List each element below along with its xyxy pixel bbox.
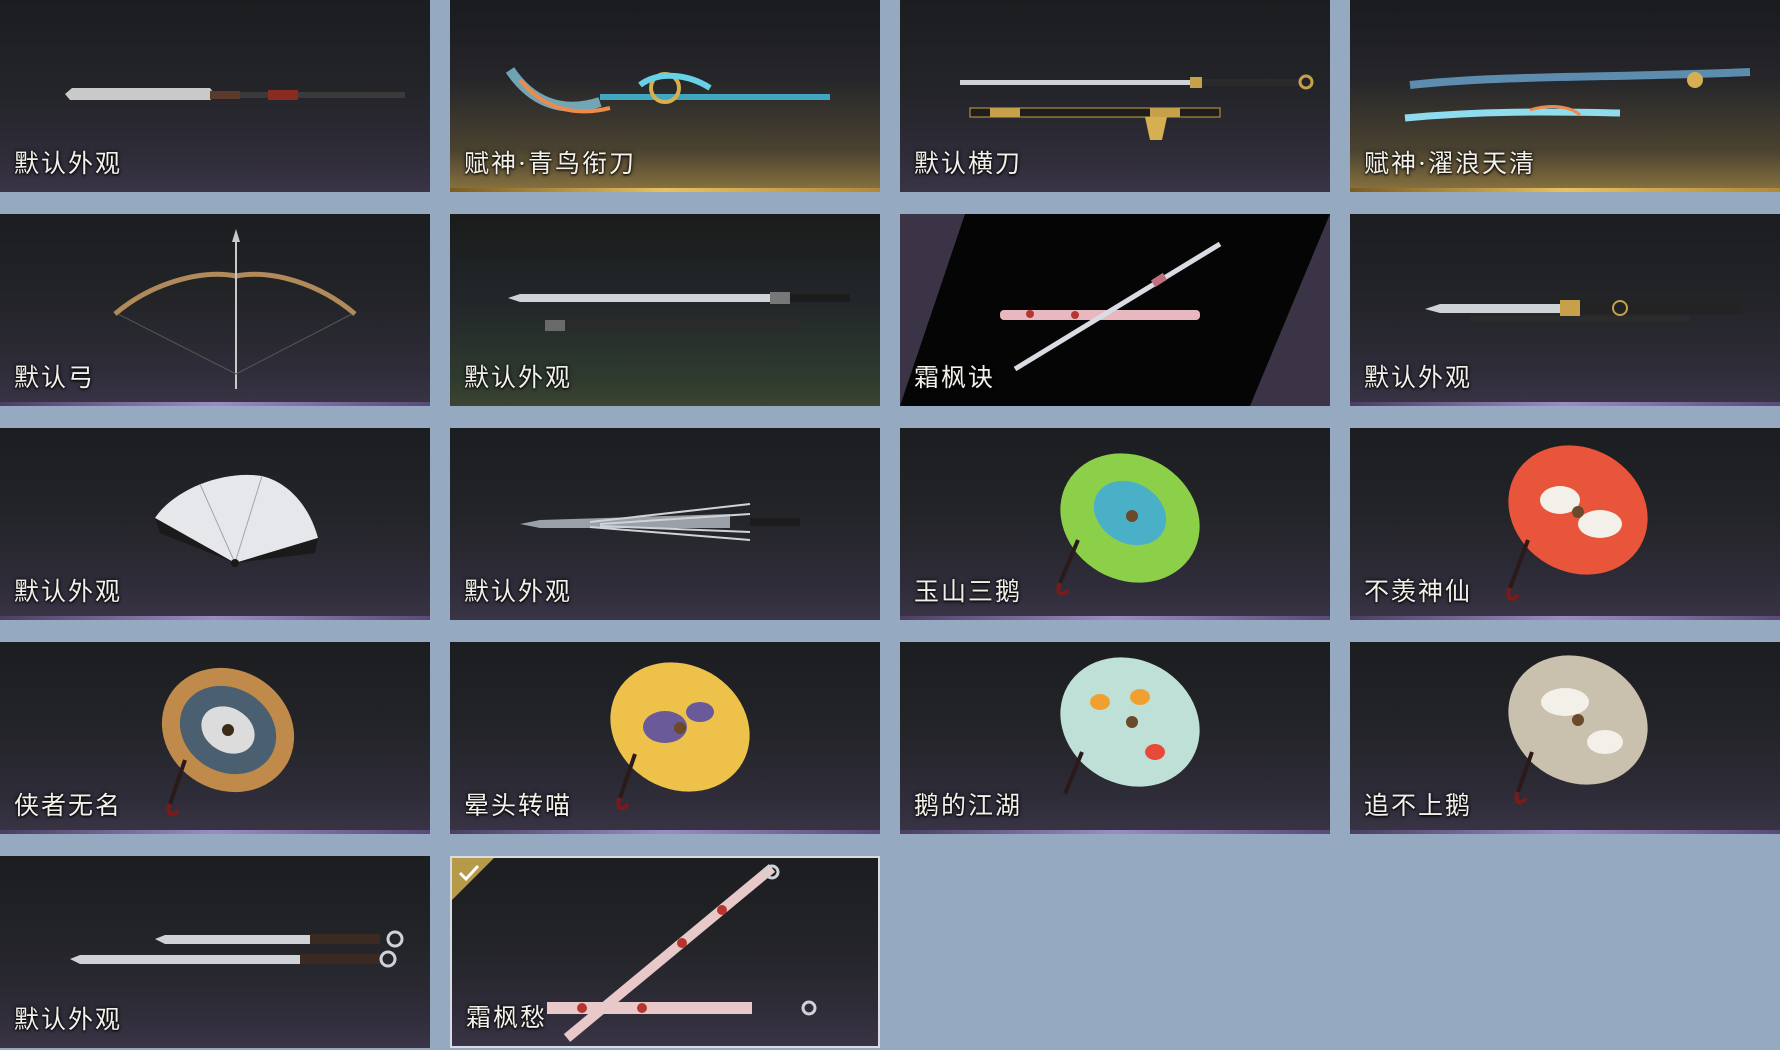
skin-card[interactable]: 鹅的江湖 xyxy=(900,642,1330,834)
skin-name: 默认弓 xyxy=(14,363,96,392)
checkmark-icon xyxy=(452,858,494,900)
skin-card[interactable]: 晕头转喵 xyxy=(450,642,880,834)
skin-name: 默认外观 xyxy=(14,149,123,178)
skin-name: 默认外观 xyxy=(14,1005,123,1034)
skin-name: 玉山三鹅 xyxy=(914,577,1023,606)
skin-card[interactable]: 默认外观 xyxy=(0,428,430,620)
skin-name: 默认外观 xyxy=(14,577,123,606)
skin-card[interactable]: 不羡神仙 xyxy=(1350,428,1780,620)
skin-name: 追不上鹅 xyxy=(1364,791,1473,820)
skin-card[interactable]: 默认外观 xyxy=(450,214,880,406)
skin-name: 默认外观 xyxy=(464,363,573,392)
skin-card[interactable]: 玉山三鹅 xyxy=(900,428,1330,620)
skin-name: 默认外观 xyxy=(1364,363,1473,392)
skin-card[interactable]: 侠者无名 xyxy=(0,642,430,834)
skin-card[interactable]: 默认外观 xyxy=(0,856,430,1048)
skin-card[interactable]: 赋神·濯浪天清 xyxy=(1350,0,1780,192)
skin-card[interactable]: 赋神·青鸟衔刀 xyxy=(450,0,880,192)
skin-card[interactable]: 默认外观 xyxy=(0,0,430,192)
skin-name: 霜枫诀 xyxy=(914,363,996,392)
skin-card[interactable]: 默认弓 xyxy=(0,214,430,406)
skin-name: 晕头转喵 xyxy=(464,791,573,820)
skin-card[interactable]: 霜枫愁 xyxy=(450,856,880,1048)
skin-name: 默认横刀 xyxy=(914,149,1023,178)
skin-card[interactable]: 霜枫诀 xyxy=(900,214,1330,406)
skin-card[interactable]: 默认横刀 xyxy=(900,0,1330,192)
skin-name: 不羡神仙 xyxy=(1364,577,1473,606)
skin-name: 鹅的江湖 xyxy=(914,791,1023,820)
skin-grid: 默认外观 赋神·青鸟衔刀 默认横刀 赋神·濯浪天清 默认弓 默认外观 霜枫诀 默… xyxy=(0,0,1780,1050)
skin-name: 赋神·濯浪天清 xyxy=(1364,149,1536,178)
skin-card[interactable]: 追不上鹅 xyxy=(1350,642,1780,834)
skin-name: 侠者无名 xyxy=(14,791,123,820)
skin-name: 默认外观 xyxy=(464,577,573,606)
skin-name: 霜枫愁 xyxy=(466,1003,548,1032)
skin-name: 赋神·青鸟衔刀 xyxy=(464,149,636,178)
skin-card[interactable]: 默认外观 xyxy=(1350,214,1780,406)
skin-card[interactable]: 默认外观 xyxy=(450,428,880,620)
